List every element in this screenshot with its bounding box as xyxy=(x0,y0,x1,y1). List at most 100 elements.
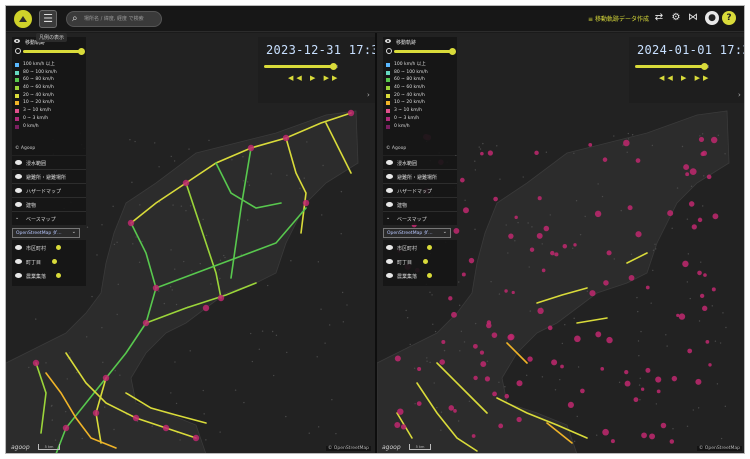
eye-icon[interactable] xyxy=(15,160,22,165)
town-dot xyxy=(157,290,160,292)
forward-button[interactable]: ▶▶ xyxy=(324,74,341,82)
share-icon[interactable]: ⋈ xyxy=(686,11,700,25)
stop-cluster xyxy=(504,289,508,293)
town-dot xyxy=(102,361,104,364)
layer-row[interactable]: 避難所・避難場所 xyxy=(383,170,457,184)
eye-icon[interactable] xyxy=(15,273,22,278)
town-dot xyxy=(700,261,702,263)
opacity-slider[interactable] xyxy=(394,50,452,53)
brand-logo: agoop xyxy=(382,444,401,451)
play-button[interactable]: ▶ xyxy=(681,74,689,82)
legend-credit: © Agoop xyxy=(15,146,36,151)
town-dot xyxy=(135,236,137,238)
eye-icon[interactable] xyxy=(386,245,393,250)
sub-layer-row[interactable]: 市区町村 xyxy=(383,240,457,254)
town-dot xyxy=(247,219,249,221)
eye-icon[interactable] xyxy=(15,259,22,264)
time-slider[interactable] xyxy=(635,65,705,68)
sub-layer-row[interactable]: 農業集落 xyxy=(383,268,457,282)
layer-row[interactable]: 避難所・避難場所 xyxy=(12,170,86,184)
eye-icon[interactable] xyxy=(15,174,22,179)
town-dot xyxy=(54,439,57,441)
eye-icon[interactable] xyxy=(386,202,393,207)
map-pane-right[interactable]: 移動軌跡 100 km/h 以上 80 ~ 100 km/h 60 ~ 80 km/… xyxy=(377,33,744,453)
play-button[interactable]: ▶ xyxy=(310,74,318,82)
town-dot xyxy=(531,226,533,228)
legend-item: 20 ~ 40 km/h xyxy=(386,92,428,100)
create-icon: ≡ xyxy=(588,16,594,23)
eye-icon[interactable] xyxy=(386,259,393,264)
town-dot xyxy=(413,367,416,370)
search-box[interactable]: ⌕ 場所名 / 緯度, 経度 で検索 xyxy=(66,11,162,27)
map-attribution[interactable]: © OpenStreetMap xyxy=(696,446,742,451)
town-dot xyxy=(613,258,615,260)
layer-row[interactable]: 浸水範囲 xyxy=(383,156,457,170)
stop-cluster xyxy=(417,366,422,371)
stop-cluster xyxy=(562,243,568,249)
town-dot xyxy=(529,310,531,312)
opacity-icon xyxy=(386,48,392,54)
legend-swatch xyxy=(15,101,19,106)
basemap-select[interactable]: OpenStreetMap ダ… ⌄ xyxy=(383,228,451,238)
town-dot xyxy=(517,221,519,224)
town-dot xyxy=(584,215,586,218)
app-logo[interactable] xyxy=(14,10,32,28)
gear-icon[interactable]: ⚙ xyxy=(669,11,683,25)
eye-icon[interactable] xyxy=(386,188,393,193)
eye-icon[interactable] xyxy=(386,160,393,165)
time-slider-knob[interactable] xyxy=(330,63,337,70)
layer-row[interactable]: 建物 xyxy=(12,198,86,212)
legend-label: 60 ~ 80 km/h xyxy=(23,77,54,83)
map-pane-left[interactable]: 移動軌跡 100 km/h 以上 80 ~ 100 km/h 60 ~ 80 km/… xyxy=(6,33,375,453)
eye-icon[interactable] xyxy=(15,188,22,193)
layer-row[interactable]: ハザードマップ xyxy=(12,184,86,198)
time-slider[interactable] xyxy=(264,65,334,68)
chevron-right-icon[interactable]: › xyxy=(738,91,741,99)
time-panel: 2024-01-01 17:35 ◀◀ ▶ ▶▶ › xyxy=(629,37,744,103)
sub-layer-row[interactable]: 町丁目 xyxy=(383,254,457,268)
create-trajectory-link[interactable]: ≡ 移動軌跡データ作成 xyxy=(588,14,649,23)
basemap-toggle[interactable]: ⌄ ベースマップ xyxy=(383,212,457,225)
layer-label: 建物 xyxy=(26,203,37,209)
stop-cluster xyxy=(683,164,690,171)
eye-icon[interactable] xyxy=(385,38,391,44)
sub-layer-row[interactable]: 農業集落 xyxy=(12,268,86,282)
basemap-toggle[interactable]: ⌄ ベースマップ xyxy=(12,212,86,225)
eye-icon[interactable] xyxy=(386,174,393,179)
layer-row[interactable]: ハザードマップ xyxy=(383,184,457,198)
town-dot xyxy=(690,185,693,187)
layer-list: 浸水範囲 避難所・避難場所 ハザードマップ 建物 ⌄ ベースマップ xyxy=(383,156,457,225)
stop-cluster xyxy=(514,215,518,220)
sync-icon[interactable]: ⇄ xyxy=(652,11,666,25)
eye-icon[interactable] xyxy=(386,273,393,278)
search-input[interactable]: 場所名 / 緯度, 経度 で検索 xyxy=(84,15,144,22)
stop-cluster xyxy=(660,422,667,429)
time-slider-knob[interactable] xyxy=(701,63,708,70)
eye-icon[interactable] xyxy=(15,202,22,207)
sub-layer-row[interactable]: 市区町村 xyxy=(12,240,86,254)
sub-layer-row[interactable]: 町丁目 xyxy=(12,254,86,268)
eye-icon[interactable] xyxy=(14,38,20,44)
legend-swatch xyxy=(15,86,19,91)
rewind-button[interactable]: ◀◀ xyxy=(659,74,676,82)
opacity-slider[interactable] xyxy=(23,50,81,53)
forward-button[interactable]: ▶▶ xyxy=(695,74,712,82)
opacity-slider-knob[interactable] xyxy=(78,48,85,55)
stop-cluster xyxy=(547,325,553,331)
stop-cluster xyxy=(701,150,707,156)
user-icon[interactable]: ● xyxy=(705,11,719,25)
layer-row[interactable]: 浸水範囲 xyxy=(12,156,86,170)
basemap-select[interactable]: OpenStreetMap ダ… ⌄ xyxy=(12,228,80,238)
menu-button[interactable]: ☰ xyxy=(39,10,57,28)
opacity-slider-knob[interactable] xyxy=(449,48,456,55)
chevron-right-icon[interactable]: › xyxy=(367,91,370,99)
stop-cluster xyxy=(682,260,689,268)
eye-icon[interactable] xyxy=(15,245,22,250)
town-dot xyxy=(440,429,442,431)
layer-row[interactable]: 建物 xyxy=(383,198,457,212)
town-dot xyxy=(116,241,118,244)
help-icon[interactable]: ? xyxy=(722,11,736,25)
map-attribution[interactable]: © OpenStreetMap xyxy=(325,446,371,451)
town-dot xyxy=(64,410,67,413)
rewind-button[interactable]: ◀◀ xyxy=(288,74,305,82)
